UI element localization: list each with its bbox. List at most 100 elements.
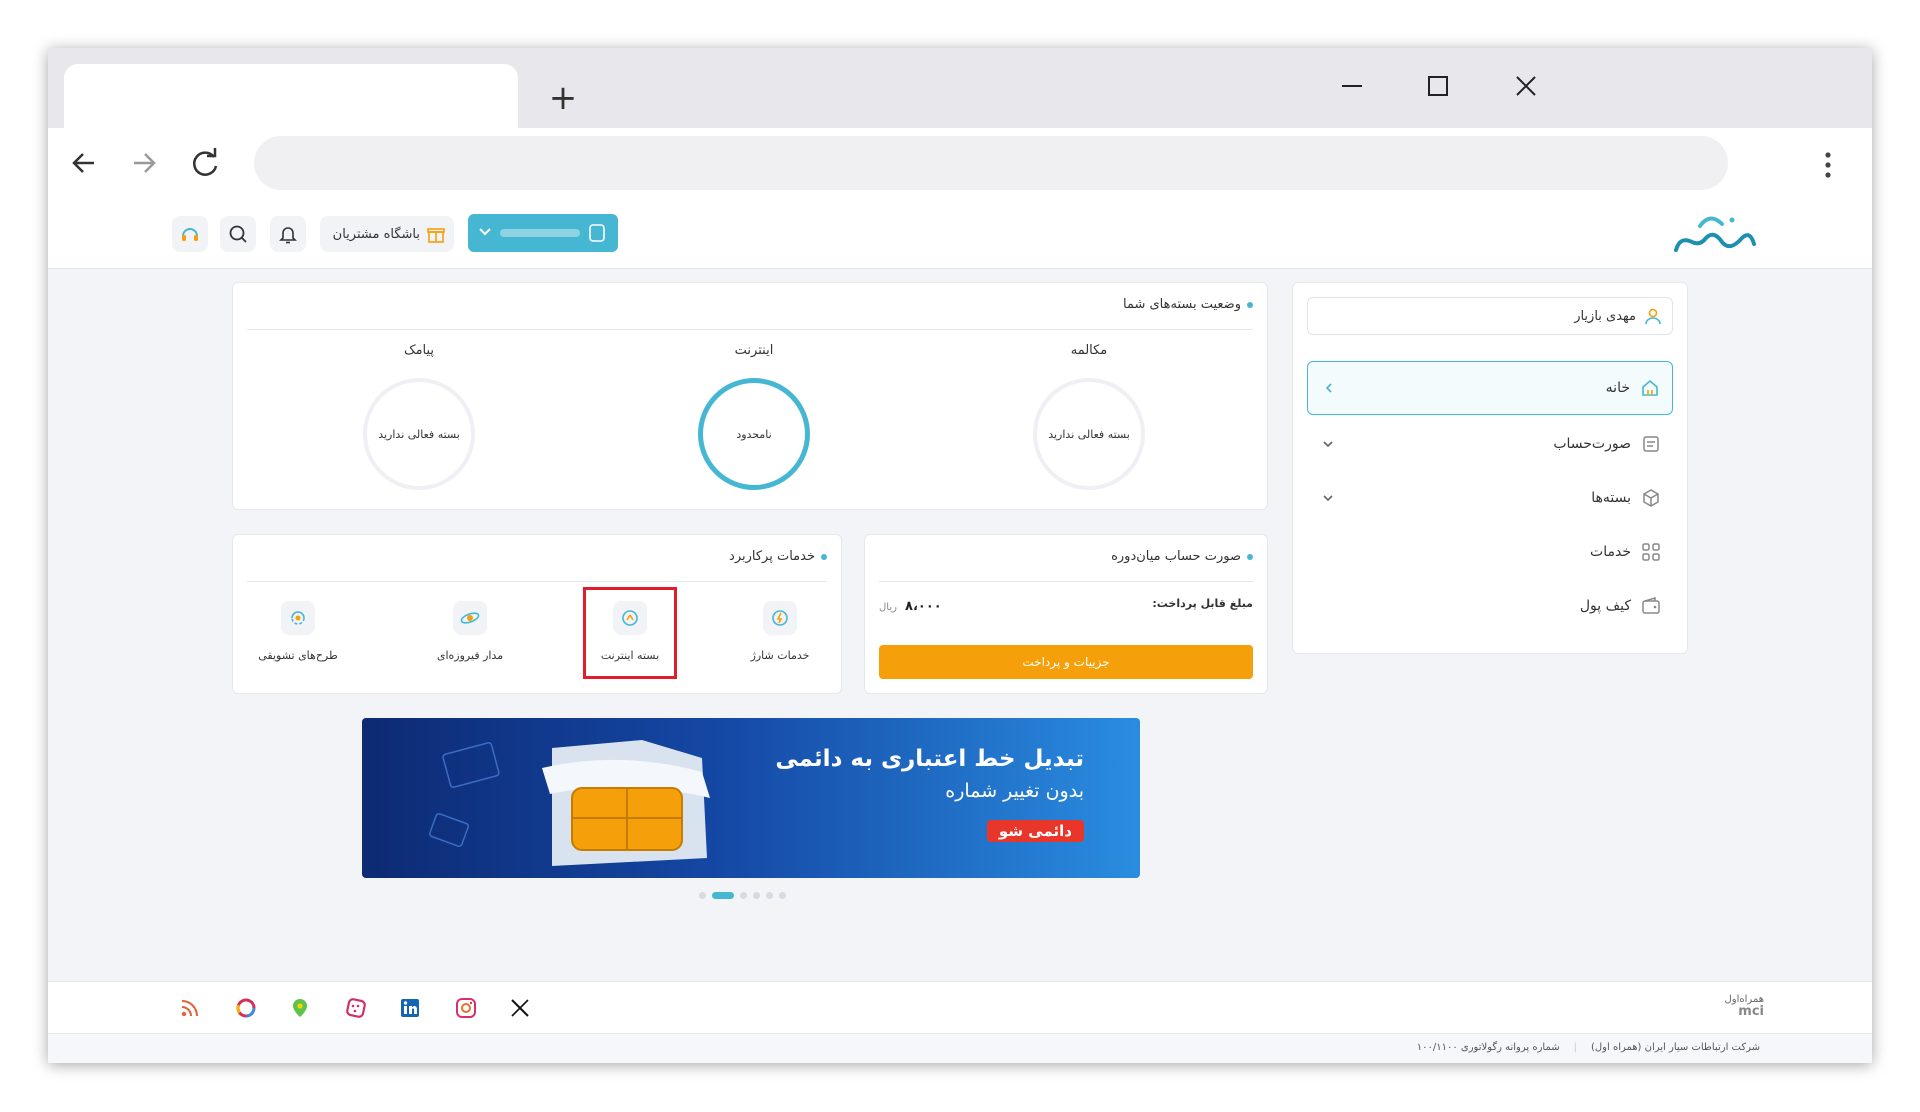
- search-icon: [229, 225, 247, 243]
- service-internet-package[interactable]: بسته اینترنت: [580, 601, 680, 662]
- maximize-button[interactable]: [1414, 64, 1462, 108]
- sms-label: پیامک: [403, 343, 435, 358]
- phone-number-selector[interactable]: [468, 214, 618, 252]
- notifications-button[interactable]: [270, 216, 306, 252]
- chevron-down-icon: [1323, 495, 1333, 502]
- footer-legal-text: شرکت ارتباطات سیار ایران (همراه اول) | ش…: [1417, 1042, 1760, 1053]
- neshan-link[interactable]: [288, 996, 312, 1020]
- sidebar-item-home[interactable]: خانه: [1307, 361, 1673, 415]
- banner-subline: بدون تغییر شماره: [945, 780, 1084, 802]
- aparat-link[interactable]: [234, 996, 258, 1020]
- user-name: مهدی بازیار: [1574, 308, 1636, 324]
- customer-club-button[interactable]: باشگاه مشتریان: [320, 216, 454, 252]
- back-button[interactable]: [60, 140, 106, 186]
- packages-status-card: وضعیت بسته‌های شما مکالمه بسته فعالی ندا…: [232, 282, 1268, 510]
- interim-bill-card: صورت حساب میان‌دوره مبلغ قابل پرداخت: ۸،…: [864, 534, 1268, 694]
- sidebar-item-bill[interactable]: صورت‌حساب: [1307, 417, 1673, 471]
- rss-link[interactable]: [178, 996, 202, 1020]
- chevron-down-icon: [479, 228, 491, 236]
- minimize-icon: [1342, 85, 1362, 87]
- turquoise-orbit-icon: [453, 601, 487, 635]
- service-turquoise-orbit[interactable]: مدار فیروزه‌ای: [420, 601, 520, 662]
- sidebar-item-services[interactable]: خدمات: [1307, 525, 1673, 579]
- gift-icon: [427, 228, 445, 243]
- title-dot: [1247, 301, 1253, 308]
- bill-icon: [1643, 436, 1659, 452]
- divider: [247, 581, 827, 582]
- sidebar-item-packages[interactable]: بسته‌ها: [1307, 471, 1673, 525]
- service-incentive-plans[interactable]: طرح‌های تشویقی: [248, 601, 348, 662]
- masked-phone-number: [500, 229, 580, 237]
- address-bar[interactable]: [254, 136, 1728, 190]
- popular-services-title-text: خدمات پرکاربرد: [729, 549, 815, 564]
- sidebar-item-wallet-label: کیف پول: [1579, 598, 1631, 614]
- mci-brand-latin: mci: [1738, 1004, 1764, 1019]
- support-headset-icon: [182, 228, 198, 241]
- search-button[interactable]: [220, 216, 256, 252]
- reload-button[interactable]: [182, 140, 228, 186]
- browser-menu-button[interactable]: [1808, 142, 1848, 188]
- details-and-pay-button[interactable]: جزییات و پرداخت: [879, 645, 1253, 679]
- carousel-dot-active[interactable]: [712, 892, 734, 899]
- bale-icon: [346, 998, 366, 1018]
- service-internet-package-label: بسته اینترنت: [600, 649, 660, 662]
- minimize-button[interactable]: [1328, 64, 1376, 108]
- service-turquoise-orbit-label: مدار فیروزه‌ای: [436, 649, 504, 662]
- site-header: باشگاه مشتریان: [48, 198, 1872, 269]
- footer-legal-bar: شرکت ارتباطات سیار ایران (همراه اول) | ش…: [48, 1033, 1872, 1063]
- browser-tab[interactable]: [64, 64, 518, 128]
- carousel-dot[interactable]: [699, 892, 706, 899]
- user-icon: [1645, 308, 1661, 325]
- customer-club-label: باشگاه مشتریان: [332, 226, 420, 242]
- hamrah-man-logo[interactable]: [1670, 208, 1760, 262]
- x-icon: [511, 999, 529, 1017]
- carousel-dot[interactable]: [766, 892, 773, 899]
- bale-link[interactable]: [344, 996, 368, 1020]
- new-tab-button[interactable]: +: [543, 78, 583, 118]
- internet-package-icon: [613, 601, 647, 635]
- close-window-button[interactable]: [1502, 64, 1550, 108]
- site-footer: همراه‌اول mci: [48, 981, 1872, 1034]
- forward-button[interactable]: [122, 140, 168, 186]
- interim-bill-title: صورت حساب میان‌دوره: [1111, 549, 1253, 564]
- neshan-icon: [293, 999, 307, 1017]
- browser-window: +: [48, 48, 1872, 1063]
- sms-ring[interactable]: بسته فعالی ندارید: [363, 378, 475, 490]
- popular-services-card: خدمات پرکاربرد خدمات شارژ بسته اینترنت م…: [232, 534, 842, 694]
- banner-cta-button[interactable]: دائمی شو: [986, 820, 1084, 842]
- promo-banner[interactable]: تبدیل خط اعتباری به دائمی بدون تغییر شما…: [362, 718, 1140, 878]
- title-dot: [1247, 553, 1253, 560]
- packages-status-title-text: وضعیت بسته‌های شما: [1122, 297, 1241, 312]
- kebab-menu-icon: [1825, 152, 1831, 178]
- mci-logo[interactable]: همراه‌اول mci: [1708, 994, 1764, 1018]
- carousel-dot[interactable]: [740, 892, 747, 899]
- sidebar-item-packages-label: بسته‌ها: [1591, 490, 1631, 506]
- linkedin-link[interactable]: [398, 996, 422, 1020]
- instagram-icon: [456, 998, 476, 1018]
- service-incentive-plans-label: طرح‌های تشویقی: [258, 649, 338, 662]
- support-button[interactable]: [172, 216, 208, 252]
- x-link[interactable]: [508, 996, 532, 1020]
- packages-status-title: وضعیت بسته‌های شما: [1123, 297, 1253, 312]
- reload-icon: [193, 148, 218, 176]
- calls-ring[interactable]: بسته فعالی ندارید: [1033, 378, 1145, 490]
- user-profile-box[interactable]: مهدی بازیار: [1307, 297, 1673, 335]
- carousel-dot[interactable]: [753, 892, 760, 899]
- sms-status: بسته فعالی ندارید: [378, 427, 460, 441]
- sidebar-item-wallet[interactable]: کیف پول: [1307, 579, 1673, 633]
- carousel-dot[interactable]: [779, 892, 786, 899]
- sim-card-icon: [589, 224, 605, 242]
- license-number: شماره پروانه رگولاتوری ۱۰۰/۱۱۰۰: [1416, 1042, 1560, 1053]
- internet-ring[interactable]: نامحدود: [698, 378, 810, 490]
- divider: [247, 329, 1253, 330]
- divider: [879, 581, 1253, 582]
- service-charge[interactable]: خدمات شارژ: [730, 601, 830, 662]
- arrow-right-icon: [134, 153, 156, 173]
- sidebar-item-home-label: خانه: [1605, 380, 1630, 396]
- close-icon: [1516, 76, 1536, 96]
- internet-label: اینترنت: [734, 343, 774, 358]
- popular-services-title: خدمات پرکاربرد: [729, 549, 827, 564]
- arrow-left-icon: [72, 153, 94, 173]
- instagram-link[interactable]: [454, 996, 478, 1020]
- company-name: شرکت ارتباطات سیار ایران (همراه اول): [1591, 1042, 1760, 1053]
